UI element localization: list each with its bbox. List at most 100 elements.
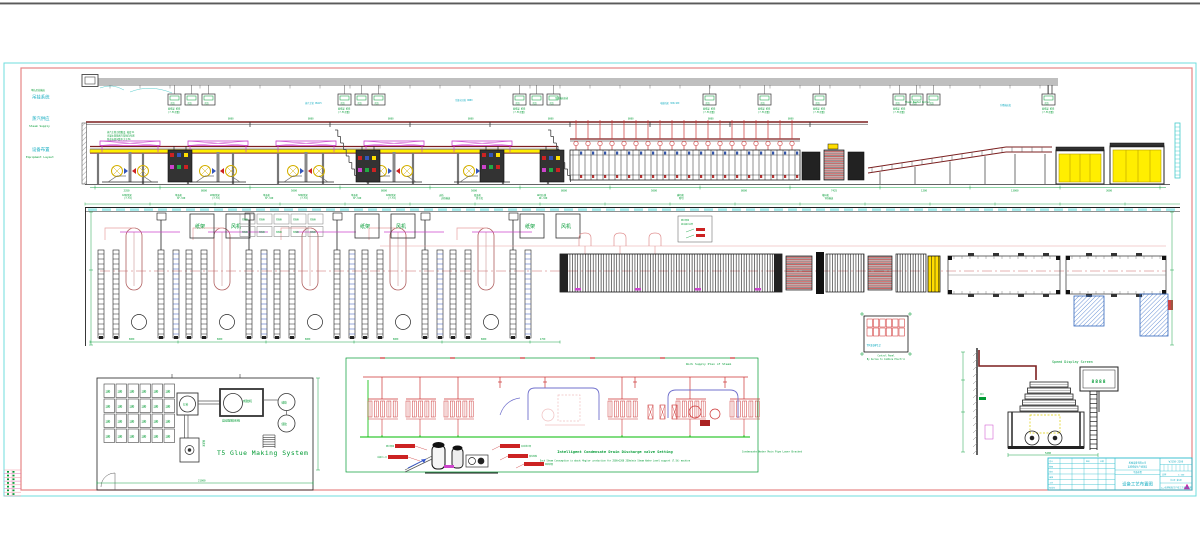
svg-text:下桥输送: 下桥输送 <box>824 196 834 200</box>
svg-text:8000: 8000 <box>788 118 794 121</box>
stackers <box>1056 143 1164 184</box>
svg-text:淀粉: 淀粉 <box>106 405 111 409</box>
svg-text:淀粉: 淀粉 <box>130 420 135 424</box>
steam-supply-en: Steam Supply <box>29 124 50 128</box>
overhead-rail <box>82 75 1058 96</box>
svg-text:4750: 4750 <box>540 338 546 341</box>
svg-text:控制柜: 控制柜 <box>259 218 265 222</box>
svg-text:8000: 8000 <box>388 118 394 121</box>
glue-system-title: T5 Glue Making System <box>217 449 308 457</box>
svg-text:控制柜: 控制柜 <box>310 230 316 234</box>
svg-text:8000: 8000 <box>217 338 223 341</box>
svg-text:淀粉: 淀粉 <box>142 390 147 394</box>
svg-text:淀粉: 淀粉 <box>154 420 159 424</box>
control-box <box>860 312 912 356</box>
steam-sub-note: Each Steam Consumption is about 4kg/cm² … <box>540 460 691 463</box>
double-facer-drying <box>570 120 800 180</box>
svg-text:原纸架 纸卷: 原纸架 纸卷 <box>513 107 526 111</box>
row-mid: 平面布置 <box>1133 470 1143 474</box>
svg-text:8000: 8000 <box>129 338 135 341</box>
speed-display-label: Speed Display Screen <box>1052 360 1093 364</box>
svg-text:冷凝水回收 DN80: 冷凝水回收 DN80 <box>455 98 473 102</box>
condensate-station: 疏水阀组冷凝水入口自动排水阀液位控制回收装置 <box>377 442 553 473</box>
equipment-layout-en: Equipment Layout <box>26 155 54 159</box>
svg-text:打料: 打料 <box>183 403 189 407</box>
stair <box>335 130 357 182</box>
svg-text:审核: 审核 <box>1049 475 1053 479</box>
svg-text:淀粉: 淀粉 <box>130 390 135 394</box>
svg-text:原纸架 纸卷: 原纸架 纸卷 <box>893 107 906 111</box>
svg-text:淀粉: 淀粉 <box>118 420 123 424</box>
svg-text:控制柜: 控制柜 <box>242 230 248 234</box>
svg-text:原纸架 纸卷: 原纸架 纸卷 <box>813 107 826 111</box>
hanging-note: 单轨吊挂输送 <box>31 88 45 92</box>
svg-text:原纸架 纸卷: 原纸架 纸卷 <box>1042 107 1055 111</box>
svg-text:(7.5t): (7.5t) <box>388 197 396 200</box>
cad-drawing: 吊点吊点吊点原纸架 纸卷(7.5t吊重)吊点吊点吊点原纸架 纸卷(7.5t吊重)… <box>0 0 1200 557</box>
svg-text:(7.5t吊重): (7.5t吊重) <box>893 110 905 114</box>
svg-text:淀粉: 淀粉 <box>106 435 111 439</box>
svg-text:蒸汽主管沿墙敷设 坡度1%: 蒸汽主管沿墙敷设 坡度1% <box>107 130 135 134</box>
svg-text:储胶: 储胶 <box>282 401 288 405</box>
svg-text:8000: 8000 <box>393 338 399 341</box>
glue-making-system: 淀粉淀粉淀粉淀粉淀粉淀粉淀粉淀粉淀粉淀粉淀粉淀粉淀粉淀粉淀粉淀粉淀粉淀粉淀粉淀粉… <box>97 374 320 490</box>
svg-text:液位控制: 液位控制 <box>529 454 537 458</box>
cutoff-section <box>802 144 864 180</box>
svg-text:(7.5t): (7.5t) <box>124 197 132 200</box>
svg-text:(7.5t吊重): (7.5t吊重) <box>1042 110 1054 114</box>
svg-text:自动排水阀: 自动排水阀 <box>521 444 531 448</box>
steam-header: 80008000800080008000800080008000蒸汽主管沿墙敷设… <box>86 118 868 141</box>
svg-text:管道支架间距不大于3m: 管道支架间距不大于3m <box>107 137 131 141</box>
svg-text:淀粉: 淀粉 <box>106 390 111 394</box>
plan-detail-box: 疏水阀组接冷凝水总管 <box>678 216 712 242</box>
svg-text:淀粉: 淀粉 <box>130 435 135 439</box>
svg-text:风机: 风机 <box>561 223 571 230</box>
svg-text:控制柜: 控制柜 <box>293 218 299 222</box>
logo-text: MG <box>1184 488 1186 490</box>
cross-section: 回水5200 <box>961 348 1118 457</box>
sheet-note: 共1张 第1张 <box>1170 478 1182 482</box>
svg-text:自动配胶系统: 自动配胶系统 <box>222 418 240 423</box>
svg-text:升降输送段: 升降输送段 <box>1000 103 1012 107</box>
svg-text:(7.5t吊重): (7.5t吊重) <box>703 110 715 114</box>
coil-clusters <box>368 377 760 437</box>
condensate-note: Condensate Water Main Pipe Lower Bracket <box>742 450 803 454</box>
svg-text:8000: 8000 <box>468 118 474 121</box>
svg-text:(7.5t): (7.5t) <box>212 197 220 200</box>
svg-text:Steam Heated Roller: Steam Heated Roller <box>905 101 931 104</box>
svg-text:8000: 8000 <box>708 118 714 121</box>
svg-text:淀粉: 淀粉 <box>166 405 171 409</box>
svg-text:21000: 21000 <box>198 479 206 483</box>
ramp-conveyor <box>868 147 1052 184</box>
svg-text:风机: 风机 <box>396 223 406 230</box>
svg-text:原纸架 纸卷: 原纸架 纸卷 <box>758 107 771 111</box>
svg-text:(7.5t吊重): (7.5t吊重) <box>513 110 525 114</box>
company-line2: 瓦楞纸板生产线项目 <box>1128 465 1148 469</box>
svg-text:标准化: 标准化 <box>1049 486 1055 490</box>
svg-text:5000: 5000 <box>291 189 298 193</box>
equipment-layout-zh: 设备布置 <box>32 146 50 153</box>
svg-text:SF-320: SF-320 <box>265 197 274 200</box>
mill-roll-stands-elev <box>100 141 512 182</box>
svg-text:淀粉: 淀粉 <box>130 405 135 409</box>
plan-piping <box>380 233 1166 254</box>
svg-text:淀粉: 淀粉 <box>154 435 159 439</box>
svg-text:成胶机: 成胶机 <box>243 398 252 403</box>
svg-text:校对: 校对 <box>1049 470 1053 474</box>
svg-text:疏水阀组: 疏水阀组 <box>681 218 689 222</box>
svg-text:8000: 8000 <box>381 189 388 193</box>
svg-text:风机: 风机 <box>231 223 241 230</box>
svg-text:淀粉: 淀粉 <box>142 435 147 439</box>
svg-text:冷凝水入口: 冷凝水入口 <box>377 455 387 459</box>
svg-text:输送泵: 输送泵 <box>202 440 206 447</box>
svg-text:(7.5t吊重): (7.5t吊重) <box>168 110 180 114</box>
svg-text:NC-320: NC-320 <box>539 197 548 200</box>
cyan-ladder <box>1175 123 1180 178</box>
drawing-no: WJ150-2200 <box>1169 461 1184 464</box>
svg-text:淀粉: 淀粉 <box>154 390 159 394</box>
svg-text:8000: 8000 <box>308 118 314 121</box>
svg-text:8000: 8000 <box>628 118 634 121</box>
svg-text:淀粉: 淀粉 <box>142 405 147 409</box>
conveyor-tables <box>948 253 1166 297</box>
svg-text:制图: 制图 <box>1049 464 1053 468</box>
